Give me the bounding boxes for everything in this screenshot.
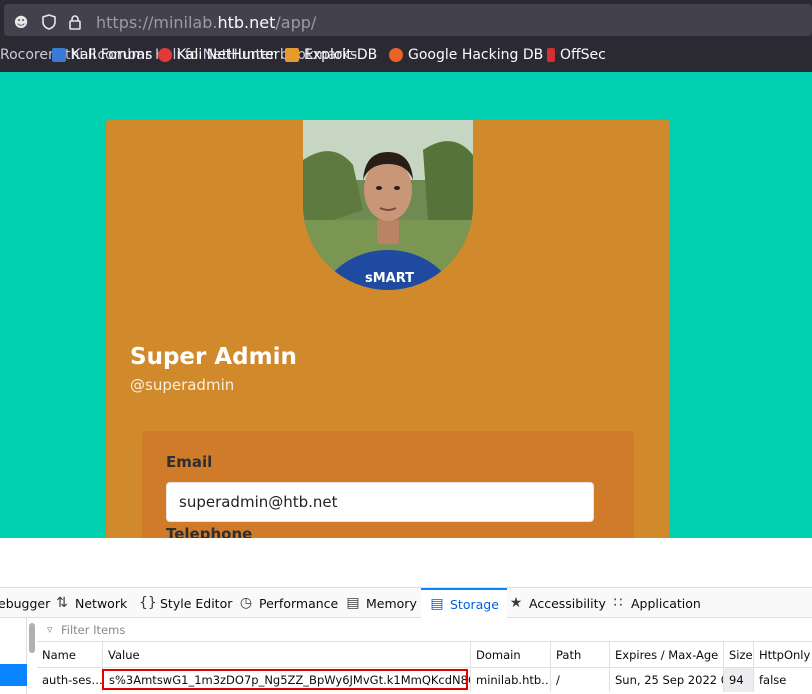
tab-accessibility[interactable]: ★ Accessibility: [508, 588, 606, 618]
telephone-label: Telephone: [166, 525, 253, 538]
bookmark-label: Kali Forums: [71, 47, 153, 63]
profile-details: Email superadmin@htb.net Telephone: [142, 431, 634, 538]
tab-label: Storage: [450, 596, 499, 612]
bookmarks-toolbar: Rocorenkthi Rcombar Kali fo NetHunter bo…: [0, 40, 812, 72]
devtools-spacer: [0, 538, 812, 588]
bookmark-label: Kali NetHunter: [177, 47, 280, 63]
accessibility-icon: ★: [509, 595, 523, 611]
shield-icon[interactable]: [40, 14, 58, 32]
url-path: /app/: [275, 13, 317, 32]
kali-nethunter-icon: [158, 48, 172, 62]
url-field[interactable]: ☻ https://minilab.htb.net/app/: [4, 4, 812, 36]
email-label: Email: [166, 453, 213, 471]
bookmark-label: Exploit-DB: [304, 47, 378, 63]
google-hacking-db-icon: [389, 48, 403, 62]
cookie-path[interactable]: /: [551, 668, 610, 692]
cookie-expires[interactable]: Sun, 25 Sep 2022 0…: [610, 668, 724, 692]
lock-icon[interactable]: [66, 14, 84, 32]
profile-name: Super Admin: [130, 344, 297, 370]
web-page: sMART Super Admin @superadmin Email supe…: [0, 72, 812, 538]
storage-icon: ▤: [430, 596, 444, 612]
column-header-expires[interactable]: Expires / Max-Age: [610, 642, 724, 668]
bookmark-label: Google Hacking DB: [408, 47, 544, 63]
column-header-httponly[interactable]: HttpOnly: [754, 642, 812, 668]
tab-label: Network: [75, 595, 128, 611]
offsec-icon: [547, 48, 555, 62]
bookmark-kali-forums[interactable]: Kali Forums: [52, 47, 152, 63]
bookmark-exploit-db[interactable]: Exploit-DB: [285, 47, 377, 63]
network-icon: ⇅: [56, 595, 68, 611]
bookmark-google-hacking-db[interactable]: Google Hacking DB: [389, 47, 543, 63]
extension-icon[interactable]: ☻: [12, 14, 30, 32]
filter-input[interactable]: ▿ Filter Items: [37, 618, 812, 642]
url-domain: htb.net: [217, 13, 276, 32]
tab-debugger[interactable]: ebugger: [0, 588, 50, 618]
cookie-size[interactable]: 94: [724, 668, 754, 692]
bookmark-label: OffSec: [560, 47, 606, 63]
value-highlight-box: [102, 669, 468, 690]
column-header-path[interactable]: Path: [551, 642, 610, 668]
devtools-panel: ebugger ⇅ Network {} Style Editor ◷ Perf…: [0, 538, 812, 694]
tab-label: Style Editor: [160, 595, 233, 611]
tab-label: Application: [631, 595, 701, 611]
cookie-name[interactable]: auth-ses…: [37, 668, 103, 692]
column-header-name[interactable]: Name: [37, 642, 103, 668]
tab-storage[interactable]: ▤ Storage: [421, 588, 507, 618]
tab-label: Accessibility: [529, 595, 606, 611]
storage-tree-selected-item[interactable]: [0, 664, 27, 686]
column-header-value[interactable]: Value: [103, 642, 471, 668]
bookmark-offsec[interactable]: OffSec: [547, 47, 606, 63]
tab-label: Performance: [259, 595, 339, 611]
performance-icon: ◷: [239, 595, 253, 611]
tab-memory[interactable]: ▤ Memory: [345, 588, 417, 618]
column-header-domain[interactable]: Domain: [471, 642, 551, 668]
tab-label: ebugger: [0, 595, 51, 611]
browser-toolbar: ☻ https://minilab.htb.net/app/: [0, 0, 812, 40]
cookie-domain[interactable]: minilab.htb.…: [471, 668, 551, 692]
scrollbar-thumb[interactable]: [29, 623, 35, 653]
tab-application[interactable]: ∷ Application: [610, 588, 701, 618]
filter-placeholder: Filter Items: [61, 623, 126, 637]
tab-style-editor[interactable]: {} Style Editor: [139, 588, 232, 618]
cookie-httponly[interactable]: false: [754, 668, 812, 692]
url-prefix: https://minilab.: [96, 13, 218, 32]
cookies-table-header: Name Value Domain Path Expires / Max-Age…: [37, 642, 812, 668]
bookmark-kali-nethunter[interactable]: Kali NetHunter: [158, 47, 279, 63]
application-icon: ∷: [613, 595, 623, 611]
storage-scrollbar[interactable]: [28, 619, 36, 679]
filter-icon: ▿: [47, 623, 53, 636]
tab-label: Memory: [366, 595, 417, 611]
profile-card: sMART Super Admin @superadmin Email supe…: [106, 120, 670, 538]
memory-icon: ▤: [346, 595, 360, 611]
kali-forums-icon: [52, 48, 66, 62]
style-editor-icon: {}: [139, 595, 157, 611]
exploit-db-icon: [285, 48, 299, 62]
tab-network[interactable]: ⇅ Network: [54, 588, 127, 618]
url-text[interactable]: https://minilab.htb.net/app/: [96, 13, 316, 32]
profile-handle: @superadmin: [130, 376, 235, 394]
email-field[interactable]: superadmin@htb.net: [166, 482, 594, 522]
svg-text:sMART: sMART: [365, 271, 414, 286]
avatar: sMART: [303, 120, 473, 290]
column-header-size[interactable]: Size: [724, 642, 754, 668]
devtools-tabs: ebugger ⇅ Network {} Style Editor ◷ Perf…: [0, 588, 812, 618]
table-row[interactable]: auth-ses… s%3AmtswG1_1m3zDO7p_Ng5ZZ_BpWy…: [37, 668, 812, 694]
tab-performance[interactable]: ◷ Performance: [238, 588, 338, 618]
